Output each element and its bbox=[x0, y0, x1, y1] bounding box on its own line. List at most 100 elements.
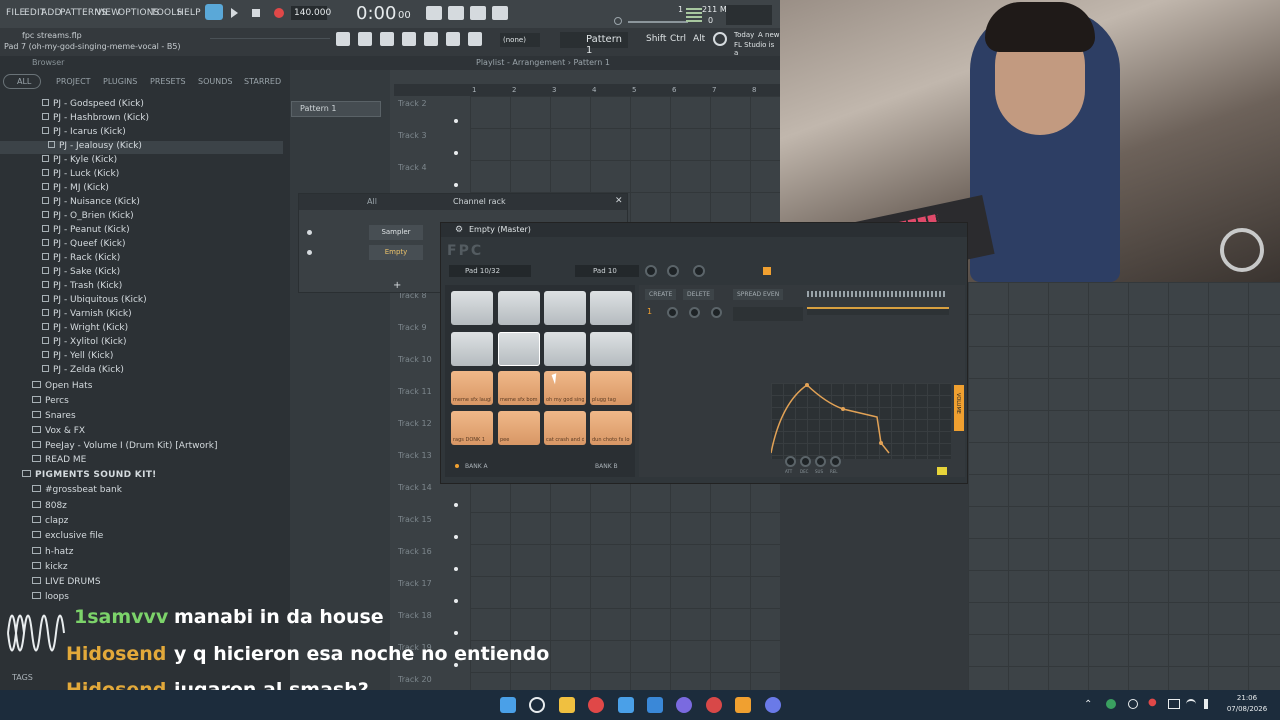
browser-file-item[interactable]: PJ - Luck (Kick) bbox=[42, 169, 119, 179]
track-header[interactable]: Track 10 bbox=[398, 355, 432, 364]
browser-file-item[interactable]: PJ - O_Brien (Kick) bbox=[42, 211, 134, 221]
browser-file-item[interactable]: PJ - Icarus (Kick) bbox=[42, 127, 126, 137]
track-header[interactable]: Track 2 bbox=[398, 99, 427, 108]
bank-b-button[interactable]: BANK B bbox=[595, 463, 618, 470]
pad-index-select[interactable]: Pad 10/32 bbox=[449, 265, 531, 277]
folder-vox-fx[interactable]: Vox & FX bbox=[32, 426, 85, 436]
browser-file-item[interactable]: PJ - Rack (Kick) bbox=[42, 253, 120, 263]
folder-pigments-sound-kit[interactable]: PIGMENTS SOUND KIT! bbox=[22, 470, 157, 480]
browser-file-item[interactable]: PJ - Jealousy (Kick) bbox=[48, 141, 142, 151]
channel-led[interactable] bbox=[307, 250, 312, 255]
channel-empty[interactable]: Empty bbox=[369, 245, 423, 260]
browser-file-item[interactable]: PJ - Wright (Kick) bbox=[42, 323, 128, 333]
search-icon[interactable] bbox=[529, 697, 545, 713]
drum-pad-15[interactable] bbox=[544, 291, 586, 325]
channel-sampler[interactable]: Sampler bbox=[369, 225, 423, 240]
channel-led[interactable] bbox=[307, 230, 312, 235]
env-decay-knob[interactable] bbox=[800, 456, 811, 467]
photos-icon[interactable] bbox=[647, 697, 663, 713]
env-attack-knob[interactable] bbox=[785, 456, 796, 467]
track-header[interactable]: Track 9 bbox=[398, 323, 427, 332]
drum-pad-14[interactable] bbox=[498, 291, 540, 325]
shift-toggle[interactable]: Shift bbox=[646, 34, 666, 44]
env-sustain-knob[interactable] bbox=[815, 456, 826, 467]
monitor-icon[interactable] bbox=[1168, 699, 1180, 709]
menu-file[interactable]: FILE bbox=[6, 8, 25, 18]
track-header[interactable]: Track 3 bbox=[398, 131, 427, 140]
browser-file-item[interactable]: PJ - Xylitol (Kick) bbox=[42, 337, 127, 347]
track-header[interactable]: Track 17 bbox=[398, 579, 432, 588]
drum-pad-13[interactable] bbox=[451, 291, 493, 325]
drum-pad-6[interactable]: meme sfx bom bbox=[498, 371, 540, 405]
menu-help[interactable]: HELP bbox=[177, 8, 201, 18]
stop-icon[interactable] bbox=[252, 9, 260, 17]
browser-file-item[interactable]: PJ - MJ (Kick) bbox=[42, 183, 109, 193]
master-volume-slider[interactable] bbox=[628, 21, 688, 23]
track-header[interactable]: Track 18 bbox=[398, 611, 432, 620]
drum-pad-9[interactable] bbox=[451, 332, 493, 366]
tab-sounds[interactable]: SOUNDS bbox=[198, 77, 232, 86]
track-led[interactable] bbox=[454, 119, 458, 123]
plugin-database-icon[interactable] bbox=[424, 32, 438, 46]
bank-a-button[interactable]: BANK A bbox=[465, 463, 488, 470]
folder-snares[interactable]: Snares bbox=[32, 411, 76, 421]
close-icon[interactable]: ✕ bbox=[615, 196, 623, 206]
wait-record-icon[interactable] bbox=[470, 6, 486, 20]
track-led[interactable] bbox=[454, 599, 458, 603]
tab-all[interactable]: ALL bbox=[17, 77, 31, 86]
start-icon[interactable] bbox=[500, 697, 516, 713]
folder-grossbeat-bank[interactable]: #grossbeat bank bbox=[32, 485, 122, 495]
clock-date[interactable]: 07/08/2026 bbox=[1222, 705, 1272, 713]
track-led[interactable] bbox=[454, 631, 458, 635]
tray-icon[interactable] bbox=[1106, 699, 1116, 709]
drum-pad-10[interactable] bbox=[498, 332, 540, 366]
track-header[interactable]: Track 16 bbox=[398, 547, 432, 556]
layer-pitch-knob[interactable] bbox=[711, 307, 722, 318]
track-header[interactable]: Track 15 bbox=[398, 515, 432, 524]
browser-file-item[interactable]: PJ - Trash (Kick) bbox=[42, 281, 122, 291]
pad-pan-knob[interactable] bbox=[667, 265, 679, 277]
track-header[interactable]: Track 13 bbox=[398, 451, 432, 460]
snap-select[interactable]: (none) bbox=[500, 33, 540, 47]
delete-layer-button[interactable]: DELETE bbox=[683, 289, 715, 300]
tempo-display[interactable]: 140.000 bbox=[291, 6, 331, 20]
tab-project[interactable]: PROJECT bbox=[56, 77, 91, 86]
time-display[interactable]: 0:00 bbox=[356, 3, 396, 24]
folder-exclusive-file[interactable]: exclusive file bbox=[32, 531, 103, 541]
track-led[interactable] bbox=[454, 567, 458, 571]
browser-file-item[interactable]: PJ - Nuisance (Kick) bbox=[42, 197, 140, 207]
pat-song-toggle[interactable] bbox=[205, 4, 223, 20]
menu-view[interactable]: VIEW bbox=[96, 8, 120, 18]
drum-pad-12[interactable] bbox=[590, 332, 632, 366]
drum-pad-11[interactable] bbox=[544, 332, 586, 366]
layer-pan-knob[interactable] bbox=[689, 307, 700, 318]
clock-time[interactable]: 21:06 bbox=[1226, 694, 1268, 702]
pattern-select[interactable]: Pattern 1 bbox=[560, 32, 628, 56]
tab-presets[interactable]: PRESETS bbox=[150, 77, 186, 86]
fl-studio-icon[interactable] bbox=[735, 697, 751, 713]
drum-pad-3[interactable]: cat crash and di bbox=[544, 411, 586, 445]
spread-even-button[interactable]: SPREAD EVEN bbox=[733, 289, 784, 300]
track-header[interactable]: Track 12 bbox=[398, 419, 432, 428]
drum-pad-8[interactable]: plugg tag bbox=[590, 371, 632, 405]
online-news-icon[interactable] bbox=[713, 32, 727, 46]
drum-pad-1[interactable]: rags DONK 1 bbox=[451, 411, 493, 445]
track-led[interactable] bbox=[454, 151, 458, 155]
track-led[interactable] bbox=[454, 535, 458, 539]
pad-volume-knob[interactable] bbox=[645, 265, 657, 277]
file-read-me[interactable]: READ ME bbox=[32, 455, 86, 465]
tab-plugins[interactable]: PLUGINS bbox=[103, 77, 137, 86]
pad-led[interactable] bbox=[763, 267, 771, 275]
layer-range-bar[interactable] bbox=[807, 291, 947, 297]
track-header[interactable]: Track 4 bbox=[398, 163, 427, 172]
browser-file-item[interactable]: PJ - Varnish (Kick) bbox=[42, 309, 132, 319]
browser-file-item[interactable]: PJ - Ubiquitous (Kick) bbox=[42, 295, 147, 305]
wifi-icon[interactable] bbox=[1186, 699, 1196, 709]
menu-add[interactable]: ADD bbox=[41, 8, 62, 18]
folder-h-hatz[interactable]: h-hatz bbox=[32, 547, 73, 557]
microphone-icon[interactable] bbox=[468, 32, 482, 46]
track-header[interactable]: Track 14 bbox=[398, 483, 432, 492]
pad-pitch-knob[interactable] bbox=[693, 265, 705, 277]
discord-icon[interactable] bbox=[765, 697, 781, 713]
browser-file-item[interactable]: PJ - Sake (Kick) bbox=[42, 267, 120, 277]
